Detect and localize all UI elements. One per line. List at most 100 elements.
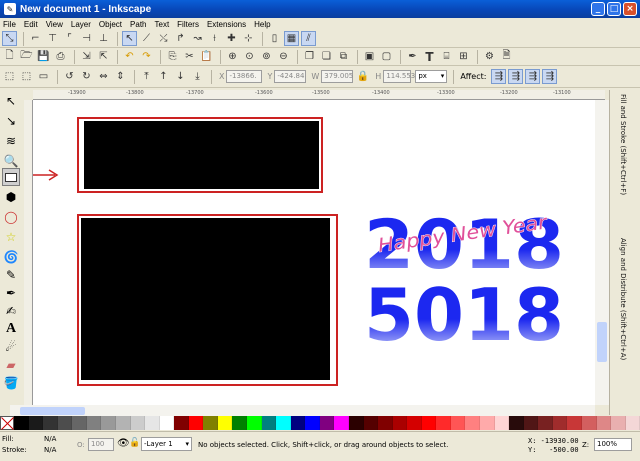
menu-help[interactable]: Help <box>254 20 270 29</box>
black-rectangle-top[interactable] <box>84 121 319 189</box>
affect-stroke-icon[interactable]: ⇶ <box>491 69 507 84</box>
minimize-button[interactable]: _ <box>591 2 605 16</box>
rotate-cw-icon[interactable]: ↻ <box>79 69 94 84</box>
ellipse-tool-icon[interactable]: ◯ <box>2 208 20 226</box>
horizontal-scrollbar[interactable] <box>10 405 595 416</box>
zoom-drawing-icon[interactable]: ⊙ <box>242 49 257 64</box>
layer-lock-icon[interactable]: 🔓 <box>129 438 140 448</box>
color-swatch[interactable] <box>305 416 320 430</box>
snap-cusp-icon[interactable]: ↱ <box>173 31 188 46</box>
lower-bottom-icon[interactable]: ⤓ <box>190 69 205 84</box>
align-distribute-tab[interactable]: Align and Distribute (Shift+Ctrl+A) <box>619 238 627 360</box>
black-rectangle-bottom[interactable] <box>81 218 330 380</box>
fill-stroke-tab[interactable]: Fill and Stroke (Shift+Ctrl+F) <box>619 94 627 195</box>
y-field[interactable]: -424.84 <box>274 70 307 83</box>
layer-visibility-icon[interactable]: 👁 <box>117 438 130 449</box>
save-icon[interactable]: 💾 <box>36 49 51 64</box>
snap-smooth-icon[interactable]: ↝ <box>190 31 205 46</box>
snap-guides-icon[interactable]: ⫽ <box>301 31 316 46</box>
color-swatch[interactable] <box>319 416 335 430</box>
snap-rotation-icon[interactable]: ⊹ <box>241 31 256 46</box>
color-swatch[interactable] <box>494 416 510 430</box>
node-tool-icon[interactable]: ↘ <box>2 112 20 130</box>
unlink-clone-icon[interactable]: ⧉ <box>336 49 351 64</box>
color-swatch[interactable] <box>625 416 640 430</box>
redo-icon[interactable]: ↷ <box>139 49 154 64</box>
snap-page-icon[interactable]: ▯ <box>267 31 282 46</box>
no-color-swatch[interactable] <box>0 416 14 430</box>
menu-object[interactable]: Object <box>99 20 122 29</box>
maximize-button[interactable]: □ <box>607 2 621 16</box>
color-swatch[interactable] <box>509 416 524 430</box>
menu-filters[interactable]: Filters <box>177 20 199 29</box>
select-all-layers-icon[interactable]: ⬚ <box>19 69 34 84</box>
menu-view[interactable]: View <box>46 20 63 29</box>
color-swatch[interactable] <box>57 416 73 430</box>
affect-pattern-icon[interactable]: ⇶ <box>542 69 558 84</box>
zoom-field[interactable]: 100% <box>594 438 632 451</box>
text-font-icon[interactable]: T <box>422 49 437 64</box>
color-swatch[interactable] <box>145 416 160 430</box>
color-swatch[interactable] <box>188 416 204 430</box>
horizontal-ruler[interactable]: -13900 -13800 -13700 -13600 -13500 -1340… <box>33 90 605 100</box>
color-swatch[interactable] <box>611 416 626 430</box>
eraser-tool-icon[interactable]: ▰ <box>2 356 20 374</box>
pencil-tool-icon[interactable]: ✎ <box>2 266 20 284</box>
color-swatch[interactable] <box>101 416 116 430</box>
document-properties-icon[interactable]: 🗎 <box>499 49 514 64</box>
menu-extensions[interactable]: Extensions <box>207 20 246 29</box>
snap-bbox-edge-icon[interactable]: ⊤ <box>45 31 60 46</box>
rotate-ccw-icon[interactable]: ↺ <box>62 69 77 84</box>
opacity-field[interactable]: 100 <box>88 438 114 451</box>
color-swatch[interactable] <box>567 416 582 430</box>
paste-icon[interactable]: 📋 <box>199 49 214 64</box>
pen-tool-icon[interactable]: ✒ <box>2 284 20 302</box>
color-swatch[interactable] <box>86 416 102 430</box>
color-swatch[interactable] <box>407 416 422 430</box>
h-field[interactable]: 114.553 <box>383 70 415 83</box>
color-swatch[interactable] <box>72 416 87 430</box>
color-swatch[interactable] <box>261 416 277 430</box>
vertical-scrollbar[interactable] <box>595 100 609 405</box>
raise-icon[interactable]: ↑ <box>156 69 171 84</box>
spray-tool-icon[interactable]: ☄ <box>2 338 20 356</box>
flip-vertical-icon[interactable]: ⇕ <box>113 69 128 84</box>
ungroup-icon[interactable]: ▢ <box>379 49 394 64</box>
unit-select[interactable]: px ▾ <box>415 70 448 83</box>
group-icon[interactable]: ▣ <box>362 49 377 64</box>
color-swatch[interactable] <box>552 416 568 430</box>
snap-bbox-midpoint-icon[interactable]: ⊣ <box>79 31 94 46</box>
snap-bbox-corner-icon[interactable]: ⌜ <box>62 31 77 46</box>
duplicate-icon[interactable]: ❐ <box>302 49 317 64</box>
export-icon[interactable]: ⇱ <box>96 49 111 64</box>
color-swatch[interactable] <box>276 416 291 430</box>
drawing-canvas[interactable]: 2018 5018 Happy New Year <box>33 100 595 405</box>
cut-icon[interactable]: ✂ <box>182 49 197 64</box>
copy-icon[interactable]: ⎘ <box>165 49 180 64</box>
snap-midpoints-icon[interactable]: ⟊ <box>207 31 222 46</box>
xml-editor-icon[interactable]: ⌸ <box>439 49 454 64</box>
color-swatch[interactable] <box>247 416 262 430</box>
snap-center-icon[interactable]: ✚ <box>224 31 239 46</box>
color-swatch[interactable] <box>523 416 539 430</box>
color-swatch[interactable] <box>392 416 408 430</box>
color-swatch[interactable] <box>421 416 437 430</box>
menu-path[interactable]: Path <box>130 20 146 29</box>
color-swatch[interactable] <box>363 416 379 430</box>
lock-icon[interactable]: 🔒 <box>355 69 370 84</box>
menu-text[interactable]: Text <box>155 20 170 29</box>
vertical-scroll-thumb[interactable] <box>597 322 607 362</box>
vertical-ruler[interactable] <box>24 100 33 405</box>
snap-bbox-center-icon[interactable]: ⊥ <box>96 31 111 46</box>
text-tool-icon[interactable]: A <box>2 320 20 338</box>
3d-box-tool-icon[interactable]: ⬢ <box>2 188 20 206</box>
snap-nodes-icon[interactable]: ↖ <box>122 31 137 46</box>
color-swatch[interactable] <box>378 416 393 430</box>
horizontal-scroll-thumb[interactable] <box>20 407 85 415</box>
preferences-icon[interactable]: ⚙ <box>482 49 497 64</box>
zoom-width-icon[interactable]: ⊖ <box>276 49 291 64</box>
color-swatch[interactable] <box>28 416 44 430</box>
color-swatch[interactable] <box>538 416 553 430</box>
menu-edit[interactable]: Edit <box>24 20 38 29</box>
color-swatch[interactable] <box>581 416 597 430</box>
